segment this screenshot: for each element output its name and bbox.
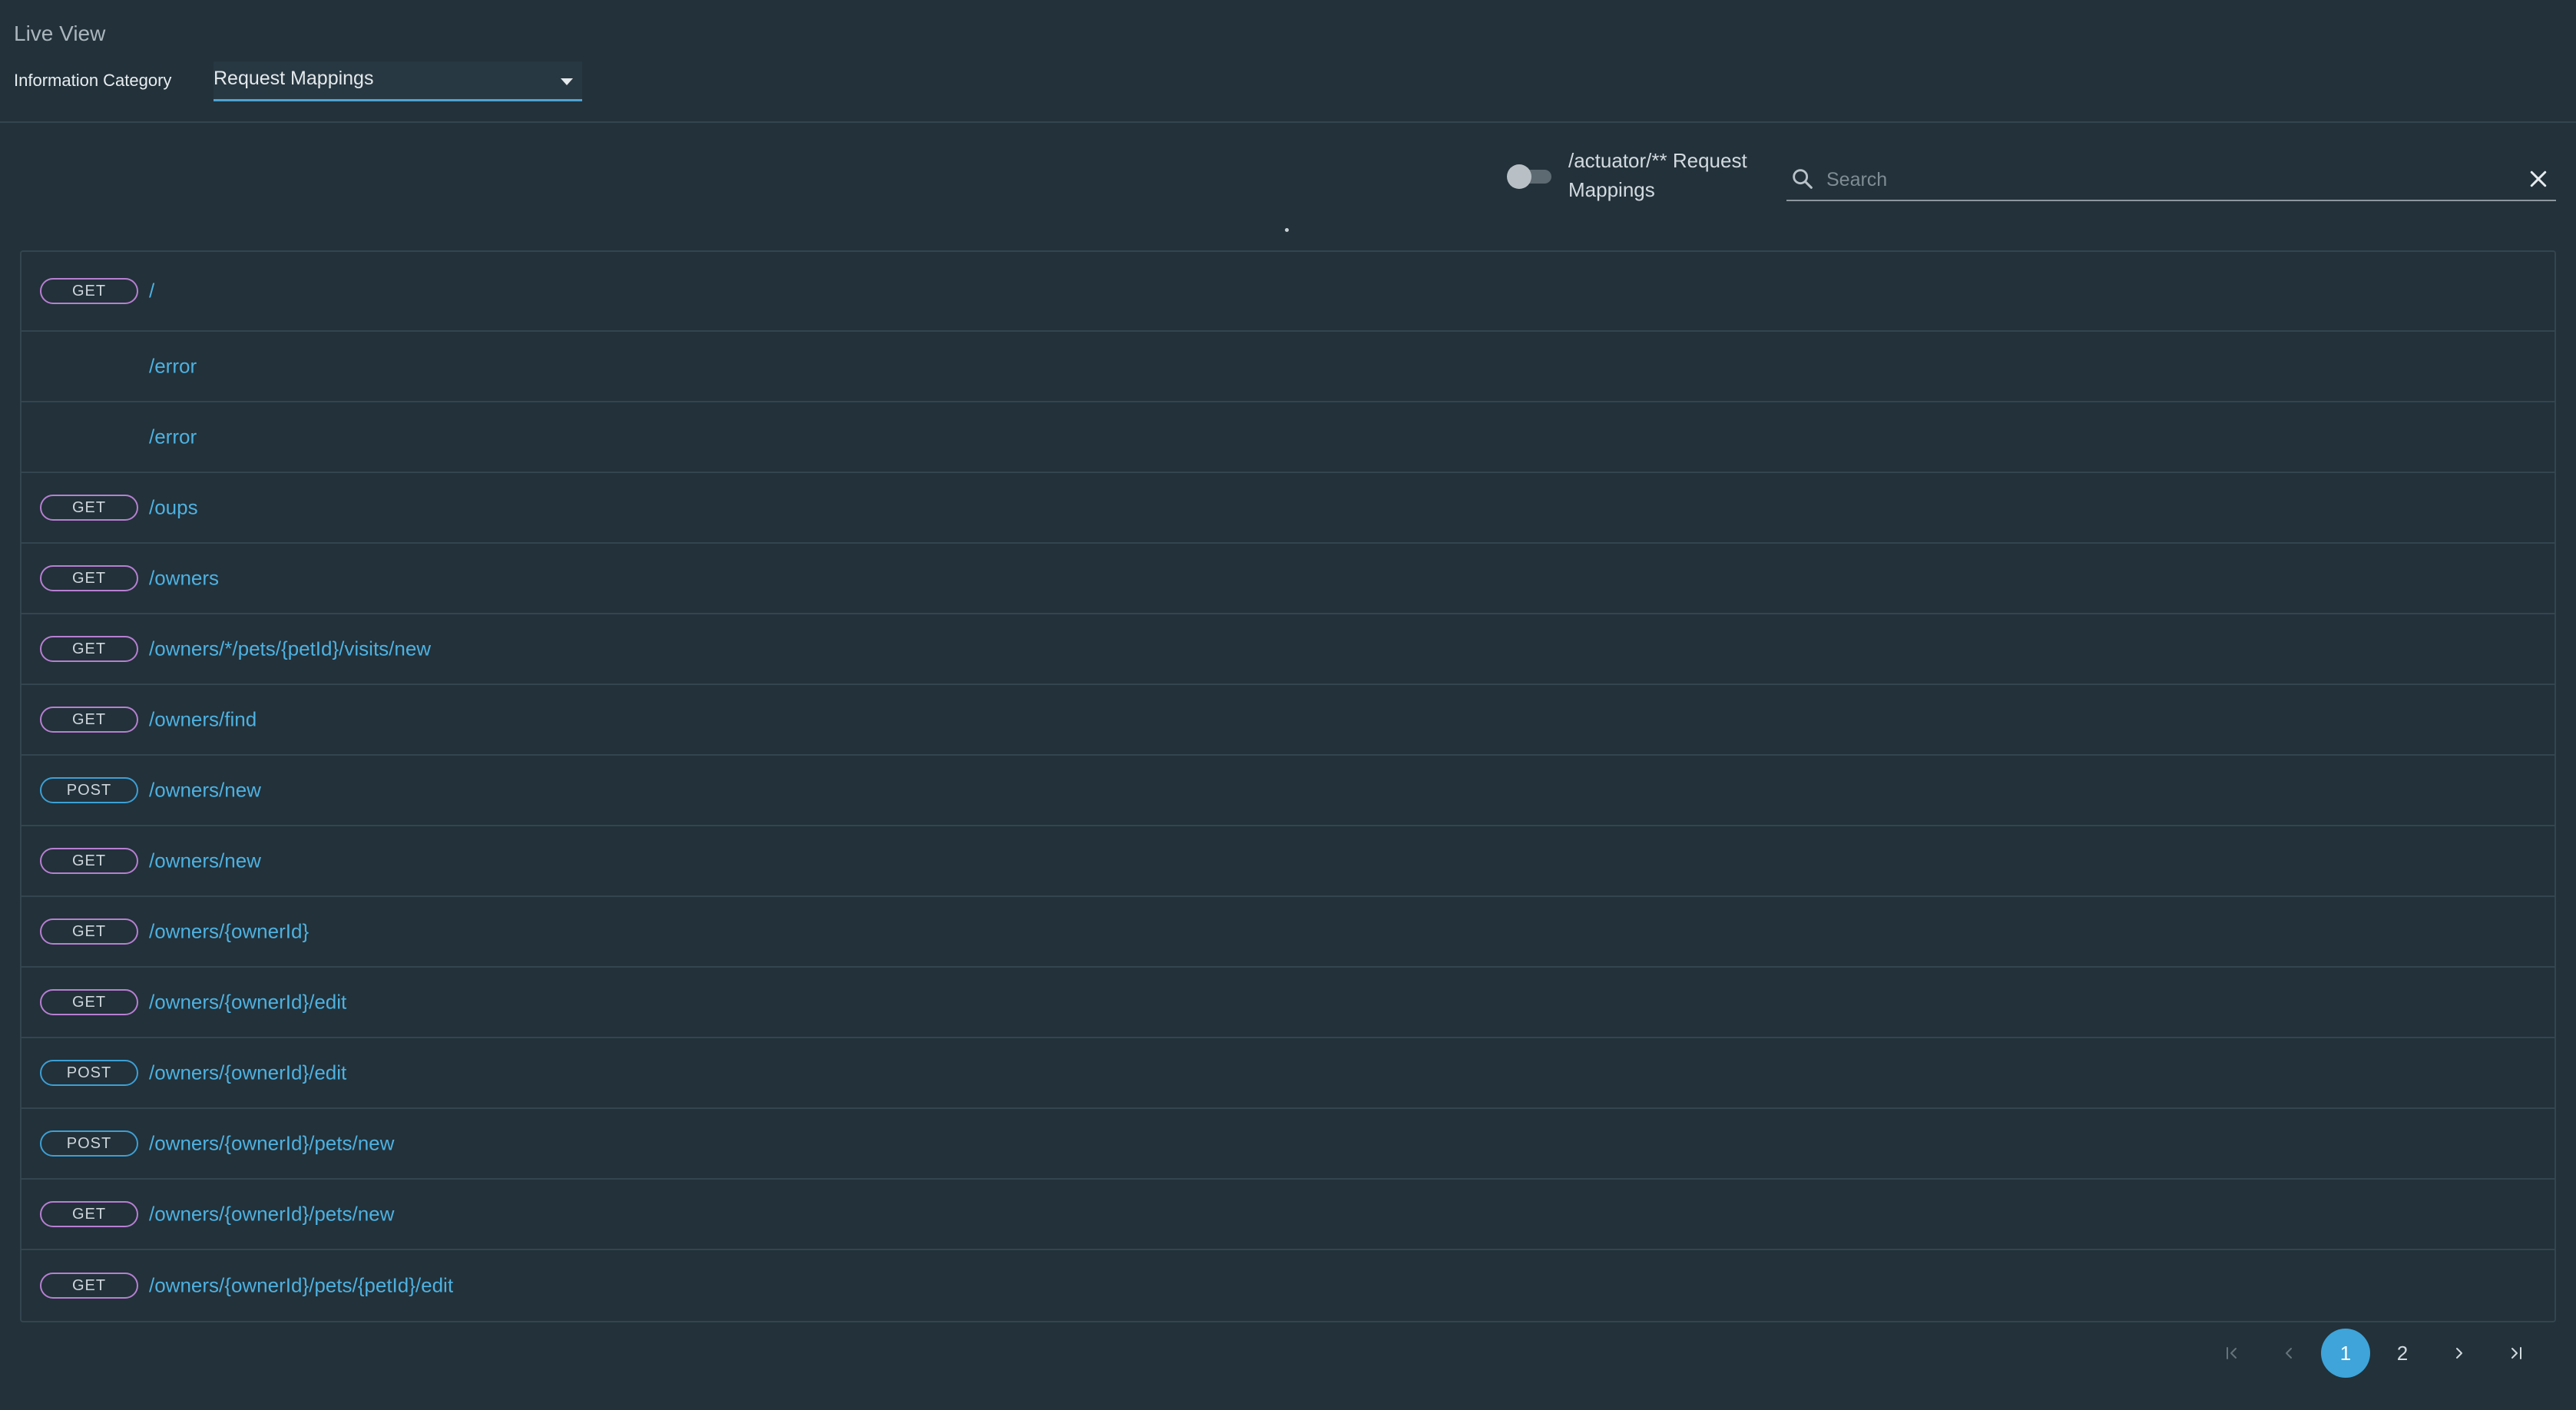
- table-row[interactable]: GET/oups: [22, 473, 2554, 544]
- information-category-value: Request Mappings: [214, 68, 374, 89]
- method-badge: GET: [40, 565, 138, 591]
- method-badge: GET: [40, 1273, 138, 1299]
- header: Live View Information Category Request M…: [0, 0, 2576, 123]
- table-row[interactable]: GET/owners/find: [22, 685, 2554, 756]
- close-icon[interactable]: [2527, 167, 2550, 190]
- table-row[interactable]: GET/owners/{ownerId}/pets/{petId}/edit: [22, 1250, 2554, 1321]
- table-row[interactable]: GET/owners/new: [22, 826, 2554, 897]
- last-page-icon[interactable]: [2492, 1329, 2541, 1378]
- mapping-path-link[interactable]: /owners/new: [149, 849, 261, 873]
- table-row[interactable]: GET/owners/{ownerId}/pets/new: [22, 1180, 2554, 1250]
- method-badge: GET: [40, 989, 138, 1015]
- search-field: [1786, 158, 2556, 201]
- page-button[interactable]: 2: [2378, 1329, 2427, 1378]
- mapping-path-link[interactable]: /owners/{ownerId}/pets/{petId}/edit: [149, 1274, 453, 1298]
- mapping-path-link[interactable]: /owners/{ownerId}/edit: [149, 991, 346, 1014]
- search-icon: [1793, 169, 1813, 189]
- search-input[interactable]: [1825, 164, 2493, 195]
- method-badge: GET: [40, 495, 138, 521]
- mapping-path-link[interactable]: /owners/{ownerId}/pets/new: [149, 1132, 394, 1156]
- mapping-path-link[interactable]: /owners: [149, 567, 219, 591]
- method-badge: GET: [40, 636, 138, 662]
- mapping-path-link[interactable]: /owners/*/pets/{petId}/visits/new: [149, 637, 431, 661]
- method-badge: GET: [40, 918, 138, 945]
- mapping-path-link[interactable]: /oups: [149, 496, 198, 520]
- method-badge: GET: [40, 278, 138, 304]
- table-row[interactable]: GET /: [22, 252, 2554, 332]
- toggle-knob: [1507, 164, 1531, 189]
- actuator-mappings-toggle[interactable]: [1507, 164, 1555, 189]
- method-badge: GET: [40, 1201, 138, 1227]
- table-row[interactable]: GET/owners/{ownerId}/edit: [22, 968, 2554, 1038]
- table-row[interactable]: GET/owners/{ownerId}: [22, 897, 2554, 968]
- table-row[interactable]: GET/owners/*/pets/{petId}/visits/new: [22, 614, 2554, 685]
- mapping-path-link[interactable]: /error: [149, 355, 197, 379]
- method-badge: POST: [40, 777, 138, 803]
- mapping-path-link[interactable]: /owners/{ownerId}: [149, 920, 309, 944]
- information-category-select[interactable]: Request Mappings: [214, 61, 582, 101]
- request-mappings-table: GET //error/error GET/oups GET/owners GET/ow…: [20, 250, 2556, 1322]
- table-row[interactable]: GET/owners: [22, 544, 2554, 614]
- dropdown-arrow-icon: [561, 78, 573, 85]
- table-row[interactable]: /error: [22, 402, 2554, 473]
- mapping-path-link[interactable]: /owners/new: [149, 779, 261, 803]
- method-badge: GET: [40, 707, 138, 733]
- previous-page-icon[interactable]: [2264, 1329, 2313, 1378]
- method-badge: GET: [40, 848, 138, 874]
- mapping-path-link[interactable]: /owners/{ownerId}/edit: [149, 1061, 346, 1085]
- mapping-path-link[interactable]: /error: [149, 425, 197, 449]
- table-row[interactable]: POST/owners/{ownerId}/edit: [22, 1038, 2554, 1109]
- table-row[interactable]: /error: [22, 332, 2554, 402]
- page-button[interactable]: 1: [2321, 1329, 2370, 1378]
- first-page-icon[interactable]: [2207, 1329, 2256, 1378]
- method-badge: POST: [40, 1130, 138, 1157]
- next-page-icon[interactable]: [2435, 1329, 2484, 1378]
- table-row[interactable]: POST/owners/{ownerId}/pets/new: [22, 1109, 2554, 1180]
- mapping-path-link[interactable]: /: [149, 280, 154, 303]
- information-category-label: Information Category: [14, 71, 172, 90]
- table-row[interactable]: POST/owners/new: [22, 756, 2554, 826]
- actuator-mappings-toggle-label: /actuator/** Request Mappings: [1568, 149, 1747, 201]
- mapping-path-link[interactable]: /owners/{ownerId}/pets/new: [149, 1203, 394, 1226]
- page-title: Live View: [14, 22, 106, 45]
- mapping-path-link[interactable]: /owners/find: [149, 708, 257, 732]
- method-badge: POST: [40, 1060, 138, 1086]
- loading-indicator: [1285, 228, 1289, 232]
